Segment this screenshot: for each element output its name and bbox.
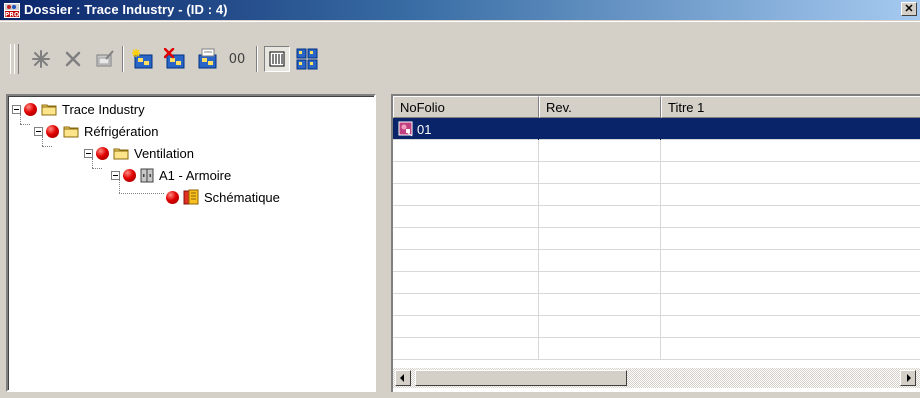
empty-row	[393, 140, 920, 162]
delete-icon	[65, 51, 81, 67]
status-ball-icon	[24, 102, 37, 116]
dossier-window: PRO Dossier : Trace Industry - (ID : 4) …	[0, 0, 920, 398]
window-title: Dossier : Trace Industry - (ID : 4)	[24, 2, 228, 17]
tree-item-ventilation[interactable]: Ventilation	[84, 144, 194, 162]
list-view-button[interactable]	[264, 46, 290, 72]
status-ball-icon	[46, 124, 59, 138]
empty-row	[393, 272, 920, 294]
tree-item-label: Trace Industry	[62, 101, 145, 117]
scroll-left-button[interactable]	[395, 370, 411, 386]
add-folder-button[interactable]	[130, 46, 156, 72]
empty-row	[393, 294, 920, 316]
list-body: 01	[393, 118, 920, 366]
remove-folder-icon	[164, 48, 185, 69]
properties-icon	[96, 50, 114, 67]
toolbar-grip-2[interactable]	[14, 44, 19, 74]
horizontal-scrollbar[interactable]	[393, 368, 920, 388]
empty-row	[393, 184, 920, 206]
status-ball-icon	[166, 190, 179, 204]
list-header: NoFolio Rev. Titre 1	[393, 96, 920, 118]
folio-icon	[398, 121, 414, 137]
tree-item-label: Schématique	[204, 189, 280, 205]
folder-icon	[113, 146, 129, 160]
arrow-left-icon	[400, 374, 404, 382]
add-folder-icon	[132, 49, 153, 69]
collapse-icon[interactable]	[84, 148, 93, 158]
cell-titre1	[661, 118, 920, 140]
empty-row	[393, 206, 920, 228]
pro-app-icon[interactable]: PRO	[4, 3, 20, 19]
tree-item-label: Ventilation	[134, 145, 194, 161]
empty-row	[393, 162, 920, 184]
list-row[interactable]: 01	[393, 118, 920, 140]
collapse-icon[interactable]	[111, 170, 120, 180]
empty-row	[393, 228, 920, 250]
title-bar[interactable]: PRO Dossier : Trace Industry - (ID : 4) …	[0, 0, 920, 22]
cell-nofolio: 01	[393, 118, 539, 140]
toolbar: 00	[6, 40, 906, 78]
tree-item-refrigeration[interactable]: Réfrigération	[34, 122, 158, 140]
grid-view-button[interactable]	[294, 46, 320, 72]
properties-button[interactable]	[92, 46, 118, 72]
tree-item-trace-industry[interactable]: Trace Industry	[12, 100, 145, 118]
status-ball-icon	[123, 168, 136, 182]
edit-folder-button[interactable]	[194, 46, 220, 72]
tree-item-schematique[interactable]: Schématique	[166, 188, 280, 206]
close-icon: ✕	[904, 3, 914, 15]
collapse-icon[interactable]	[34, 126, 43, 136]
folder-icon	[41, 102, 57, 116]
collapse-icon[interactable]	[12, 104, 21, 114]
edit-folder-icon	[198, 48, 217, 69]
empty-row	[393, 338, 920, 360]
tree-item-a1-armoire[interactable]: A1 - Armoire	[111, 166, 231, 184]
cabinet-icon	[140, 168, 154, 183]
delete-button[interactable]	[60, 46, 86, 72]
column-header-rev[interactable]: Rev.	[539, 96, 661, 118]
tree-item-label: Réfrigération	[84, 123, 159, 139]
empty-row	[393, 316, 920, 338]
empty-row	[393, 250, 920, 272]
column-header-nofolio[interactable]: NoFolio	[393, 96, 539, 118]
tree-panel[interactable]: Trace Industry Réfrigération Ventilation	[6, 94, 376, 392]
close-button[interactable]: ✕	[901, 2, 917, 16]
arrow-right-icon	[907, 374, 911, 382]
folder-icon	[63, 124, 79, 138]
new-icon	[32, 50, 50, 68]
remove-folder-button[interactable]	[162, 46, 188, 72]
svg-text:PRO: PRO	[5, 12, 19, 19]
panel-splitter[interactable]	[377, 94, 390, 392]
scrollbar-thumb[interactable]	[415, 370, 627, 386]
schematic-book-icon	[183, 189, 199, 205]
tree-item-label: A1 - Armoire	[159, 167, 232, 183]
cell-rev	[539, 118, 661, 140]
column-header-titre1[interactable]: Titre 1	[661, 96, 920, 118]
list-view-icon	[269, 51, 285, 67]
folio-list[interactable]: NoFolio Rev. Titre 1 01	[391, 94, 920, 392]
nofolio-value: 01	[417, 121, 432, 137]
status-ball-icon	[96, 146, 109, 160]
infinity-button[interactable]: 00	[224, 46, 250, 72]
infinity-icon: 00	[228, 51, 246, 67]
scroll-right-button[interactable]	[900, 370, 916, 386]
grid-view-icon	[296, 48, 318, 70]
new-button[interactable]	[28, 46, 54, 72]
